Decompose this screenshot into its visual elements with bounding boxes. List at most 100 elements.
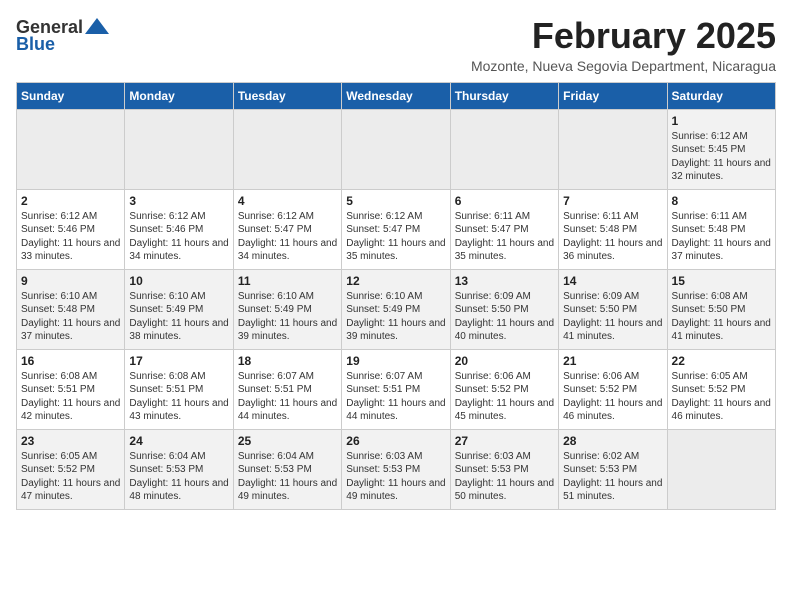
calendar-day-cell: 7 Sunrise: 6:11 AM Sunset: 5:48 PM Daylig… (559, 189, 667, 269)
calendar-day-cell: 22 Sunrise: 6:05 AM Sunset: 5:52 PM Dayli… (667, 349, 775, 429)
day-info: Sunrise: 6:12 AM Sunset: 5:46 PM Dayligh… (21, 210, 120, 264)
day-number: 11 (238, 274, 337, 288)
day-info: Sunrise: 6:08 AM Sunset: 5:51 PM Dayligh… (129, 370, 228, 424)
day-info: Sunrise: 6:03 AM Sunset: 5:53 PM Dayligh… (346, 450, 445, 504)
calendar-day-cell: 12 Sunrise: 6:10 AM Sunset: 5:49 PM Dayli… (342, 269, 450, 349)
day-info: Sunrise: 6:12 AM Sunset: 5:47 PM Dayligh… (238, 210, 337, 264)
day-number: 20 (455, 354, 554, 368)
day-info: Sunrise: 6:07 AM Sunset: 5:51 PM Dayligh… (346, 370, 445, 424)
day-info: Sunrise: 6:08 AM Sunset: 5:51 PM Dayligh… (21, 370, 120, 424)
calendar-day-cell: 28Sunrise: 6:02 AM Sunset: 5:53 PM Dayli… (559, 429, 667, 509)
day-number: 25 (238, 434, 337, 448)
page-header: General Blue February 2025 Mozonte, Nuev… (16, 16, 776, 74)
calendar-day-cell: 2Sunrise: 6:12 AM Sunset: 5:46 PM Daylig… (17, 189, 125, 269)
calendar-day-cell: 17 Sunrise: 6:08 AM Sunset: 5:51 PM Dayli… (125, 349, 233, 429)
calendar-day-cell (559, 109, 667, 189)
day-number: 26 (346, 434, 445, 448)
calendar-day-cell: 11 Sunrise: 6:10 AM Sunset: 5:49 PM Dayli… (233, 269, 341, 349)
day-number: 12 (346, 274, 445, 288)
day-info: Sunrise: 6:12 AM Sunset: 5:46 PM Dayligh… (129, 210, 228, 264)
logo-blue-text: Blue (16, 34, 55, 55)
weekday-header: Sunday (17, 82, 125, 109)
calendar-week-row: 16 Sunrise: 6:08 AM Sunset: 5:51 PM Dayli… (17, 349, 776, 429)
month-title: February 2025 (471, 16, 776, 56)
day-number: 10 (129, 274, 228, 288)
weekday-header: Saturday (667, 82, 775, 109)
calendar-week-row: 1 Sunrise: 6:12 AM Sunset: 5:45 PM Daylig… (17, 109, 776, 189)
day-info: Sunrise: 6:09 AM Sunset: 5:50 PM Dayligh… (563, 290, 662, 344)
weekday-header: Tuesday (233, 82, 341, 109)
day-number: 17 (129, 354, 228, 368)
calendar-day-cell: 23 Sunrise: 6:05 AM Sunset: 5:52 PM Dayli… (17, 429, 125, 509)
weekday-header: Thursday (450, 82, 558, 109)
calendar-day-cell: 5 Sunrise: 6:12 AM Sunset: 5:47 PM Daylig… (342, 189, 450, 269)
day-info: Sunrise: 6:05 AM Sunset: 5:52 PM Dayligh… (21, 450, 120, 504)
calendar-day-cell: 4 Sunrise: 6:12 AM Sunset: 5:47 PM Daylig… (233, 189, 341, 269)
calendar-day-cell: 20Sunrise: 6:06 AM Sunset: 5:52 PM Dayli… (450, 349, 558, 429)
day-info: Sunrise: 6:06 AM Sunset: 5:52 PM Dayligh… (563, 370, 662, 424)
day-number: 21 (563, 354, 662, 368)
day-info: Sunrise: 6:04 AM Sunset: 5:53 PM Dayligh… (129, 450, 228, 504)
day-info: Sunrise: 6:02 AM Sunset: 5:53 PM Dayligh… (563, 450, 662, 504)
calendar-day-cell: 14 Sunrise: 6:09 AM Sunset: 5:50 PM Dayli… (559, 269, 667, 349)
day-number: 7 (563, 194, 662, 208)
logo: General Blue (16, 16, 111, 55)
calendar-day-cell: 1 Sunrise: 6:12 AM Sunset: 5:45 PM Daylig… (667, 109, 775, 189)
day-number: 6 (455, 194, 554, 208)
day-number: 4 (238, 194, 337, 208)
location-text: Mozonte, Nueva Segovia Department, Nicar… (471, 58, 776, 74)
calendar-week-row: 23 Sunrise: 6:05 AM Sunset: 5:52 PM Dayli… (17, 429, 776, 509)
weekday-header-row: SundayMondayTuesdayWednesdayThursdayFrid… (17, 82, 776, 109)
day-number: 23 (21, 434, 120, 448)
day-info: Sunrise: 6:10 AM Sunset: 5:49 PM Dayligh… (346, 290, 445, 344)
calendar-day-cell (667, 429, 775, 509)
day-info: Sunrise: 6:04 AM Sunset: 5:53 PM Dayligh… (238, 450, 337, 504)
day-info: Sunrise: 6:12 AM Sunset: 5:45 PM Dayligh… (672, 130, 771, 184)
calendar-day-cell: 15 Sunrise: 6:08 AM Sunset: 5:50 PM Dayli… (667, 269, 775, 349)
day-info: Sunrise: 6:10 AM Sunset: 5:48 PM Dayligh… (21, 290, 120, 344)
weekday-header: Monday (125, 82, 233, 109)
day-number: 16 (21, 354, 120, 368)
calendar-day-cell: 19 Sunrise: 6:07 AM Sunset: 5:51 PM Dayli… (342, 349, 450, 429)
calendar-day-cell: 9 Sunrise: 6:10 AM Sunset: 5:48 PM Daylig… (17, 269, 125, 349)
calendar-week-row: 9 Sunrise: 6:10 AM Sunset: 5:48 PM Daylig… (17, 269, 776, 349)
calendar-day-cell: 6 Sunrise: 6:11 AM Sunset: 5:47 PM Daylig… (450, 189, 558, 269)
day-number: 1 (672, 114, 771, 128)
day-number: 5 (346, 194, 445, 208)
calendar-day-cell (233, 109, 341, 189)
day-number: 13 (455, 274, 554, 288)
day-number: 18 (238, 354, 337, 368)
calendar-day-cell: 26 Sunrise: 6:03 AM Sunset: 5:53 PM Dayli… (342, 429, 450, 509)
day-info: Sunrise: 6:10 AM Sunset: 5:49 PM Dayligh… (129, 290, 228, 344)
day-number: 15 (672, 274, 771, 288)
calendar-day-cell (450, 109, 558, 189)
day-info: Sunrise: 6:12 AM Sunset: 5:47 PM Dayligh… (346, 210, 445, 264)
day-number: 22 (672, 354, 771, 368)
day-info: Sunrise: 6:11 AM Sunset: 5:47 PM Dayligh… (455, 210, 554, 264)
calendar-week-row: 2Sunrise: 6:12 AM Sunset: 5:46 PM Daylig… (17, 189, 776, 269)
calendar-day-cell: 16 Sunrise: 6:08 AM Sunset: 5:51 PM Dayli… (17, 349, 125, 429)
day-number: 19 (346, 354, 445, 368)
calendar-day-cell: 13 Sunrise: 6:09 AM Sunset: 5:50 PM Dayli… (450, 269, 558, 349)
calendar-day-cell: 3 Sunrise: 6:12 AM Sunset: 5:46 PM Daylig… (125, 189, 233, 269)
calendar-day-cell (17, 109, 125, 189)
calendar-table: SundayMondayTuesdayWednesdayThursdayFrid… (16, 82, 776, 510)
day-info: Sunrise: 6:05 AM Sunset: 5:52 PM Dayligh… (672, 370, 771, 424)
weekday-header: Wednesday (342, 82, 450, 109)
day-number: 9 (21, 274, 120, 288)
calendar-day-cell: 18Sunrise: 6:07 AM Sunset: 5:51 PM Dayli… (233, 349, 341, 429)
day-info: Sunrise: 6:08 AM Sunset: 5:50 PM Dayligh… (672, 290, 771, 344)
logo-icon (83, 16, 111, 38)
day-info: Sunrise: 6:11 AM Sunset: 5:48 PM Dayligh… (563, 210, 662, 264)
day-number: 3 (129, 194, 228, 208)
calendar-day-cell: 27Sunrise: 6:03 AM Sunset: 5:53 PM Dayli… (450, 429, 558, 509)
title-block: February 2025 Mozonte, Nueva Segovia Dep… (471, 16, 776, 74)
calendar-day-cell: 24 Sunrise: 6:04 AM Sunset: 5:53 PM Dayli… (125, 429, 233, 509)
day-number: 24 (129, 434, 228, 448)
day-info: Sunrise: 6:10 AM Sunset: 5:49 PM Dayligh… (238, 290, 337, 344)
day-info: Sunrise: 6:09 AM Sunset: 5:50 PM Dayligh… (455, 290, 554, 344)
day-info: Sunrise: 6:11 AM Sunset: 5:48 PM Dayligh… (672, 210, 771, 264)
day-number: 8 (672, 194, 771, 208)
day-number: 14 (563, 274, 662, 288)
day-info: Sunrise: 6:03 AM Sunset: 5:53 PM Dayligh… (455, 450, 554, 504)
